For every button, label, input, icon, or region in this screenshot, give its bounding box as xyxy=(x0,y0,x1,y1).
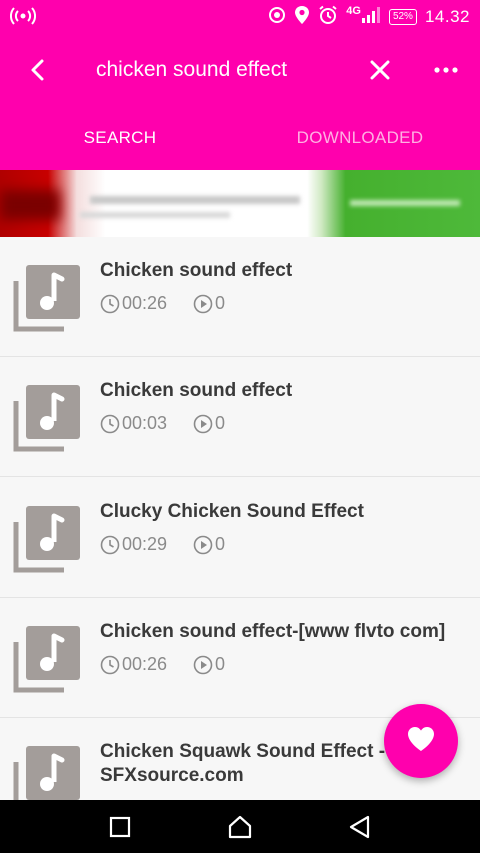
result-duration: 00:26 xyxy=(122,654,168,674)
play-count-icon xyxy=(193,655,213,675)
app-toolbar: chicken sound effect xyxy=(0,34,480,106)
music-file-icon xyxy=(12,383,82,453)
ad-blur-text xyxy=(90,196,300,204)
play-count-icon xyxy=(193,414,213,434)
music-file-icon xyxy=(12,263,82,333)
network-type: 4G xyxy=(346,5,361,17)
play-count-icon xyxy=(193,294,213,314)
music-file-icon xyxy=(12,624,82,694)
tab-downloaded[interactable]: DOWNLOADED xyxy=(240,106,480,170)
location-icon xyxy=(294,5,310,30)
result-title: Chicken sound effect xyxy=(100,380,293,401)
system-nav-bar xyxy=(0,800,480,853)
signal-icon xyxy=(361,6,381,29)
result-play-count: 0 xyxy=(215,413,226,433)
result-duration: 00:03 xyxy=(122,413,168,433)
back-icon[interactable] xyxy=(346,813,374,841)
status-bar: 4G 52% 14.32 xyxy=(0,0,480,34)
hotspot-icon xyxy=(10,6,36,31)
music-file-icon xyxy=(12,504,82,574)
ad-banner[interactable] xyxy=(0,170,480,237)
result-meta: 00:26 0 xyxy=(100,654,225,675)
result-duration: 00:29 xyxy=(122,534,168,554)
result-title: Chicken Squawk Sound Effect - SFXsource.… xyxy=(100,741,386,786)
result-meta: 00:29 0 xyxy=(100,534,225,555)
heart-icon xyxy=(406,725,436,758)
result-play-count: 0 xyxy=(215,654,226,674)
play-count-icon xyxy=(193,535,213,555)
battery-icon: 52% xyxy=(388,9,417,25)
list-item[interactable]: Chicken sound effect 00:03 0 xyxy=(0,357,480,477)
clock-icon xyxy=(100,535,120,555)
list-item[interactable]: Chicken sound effect 00:26 0 xyxy=(0,237,480,357)
clock-icon xyxy=(100,414,120,434)
alarm-icon xyxy=(318,5,338,30)
list-item[interactable]: Clucky Chicken Sound Effect 00:29 0 xyxy=(0,478,480,598)
result-play-count: 0 xyxy=(215,293,226,313)
back-arrow-icon[interactable] xyxy=(22,54,54,86)
result-meta: 00:26 0 xyxy=(100,293,225,314)
ad-blur-block xyxy=(0,190,60,220)
search-query-field[interactable]: chicken sound effect xyxy=(96,56,287,84)
result-duration: 00:26 xyxy=(122,293,168,313)
result-play-count: 0 xyxy=(215,534,226,554)
favorite-button[interactable] xyxy=(384,704,458,778)
result-title: Clucky Chicken Sound Effect xyxy=(100,501,364,522)
result-title: Chicken sound effect xyxy=(100,260,293,281)
result-title: Chicken sound effect-[www flvto com] xyxy=(100,621,446,642)
tab-bar: SEARCH DOWNLOADED xyxy=(0,106,480,170)
close-icon[interactable] xyxy=(364,54,396,86)
more-options-icon[interactable] xyxy=(430,54,462,86)
home-icon[interactable] xyxy=(226,813,254,841)
clock-time: 14.32 xyxy=(424,7,470,26)
list-item[interactable]: Chicken sound effect-[www flvto com] 00:… xyxy=(0,598,480,718)
clock-icon xyxy=(100,655,120,675)
tab-search[interactable]: SEARCH xyxy=(0,106,240,170)
recent-apps-icon[interactable] xyxy=(106,813,134,841)
clock-icon xyxy=(100,294,120,314)
ad-blur-text xyxy=(80,212,230,218)
ad-blur-text xyxy=(350,200,460,206)
wifi-calling-icon xyxy=(268,6,286,29)
music-file-icon xyxy=(12,744,82,800)
result-meta: 00:03 0 xyxy=(100,413,225,434)
